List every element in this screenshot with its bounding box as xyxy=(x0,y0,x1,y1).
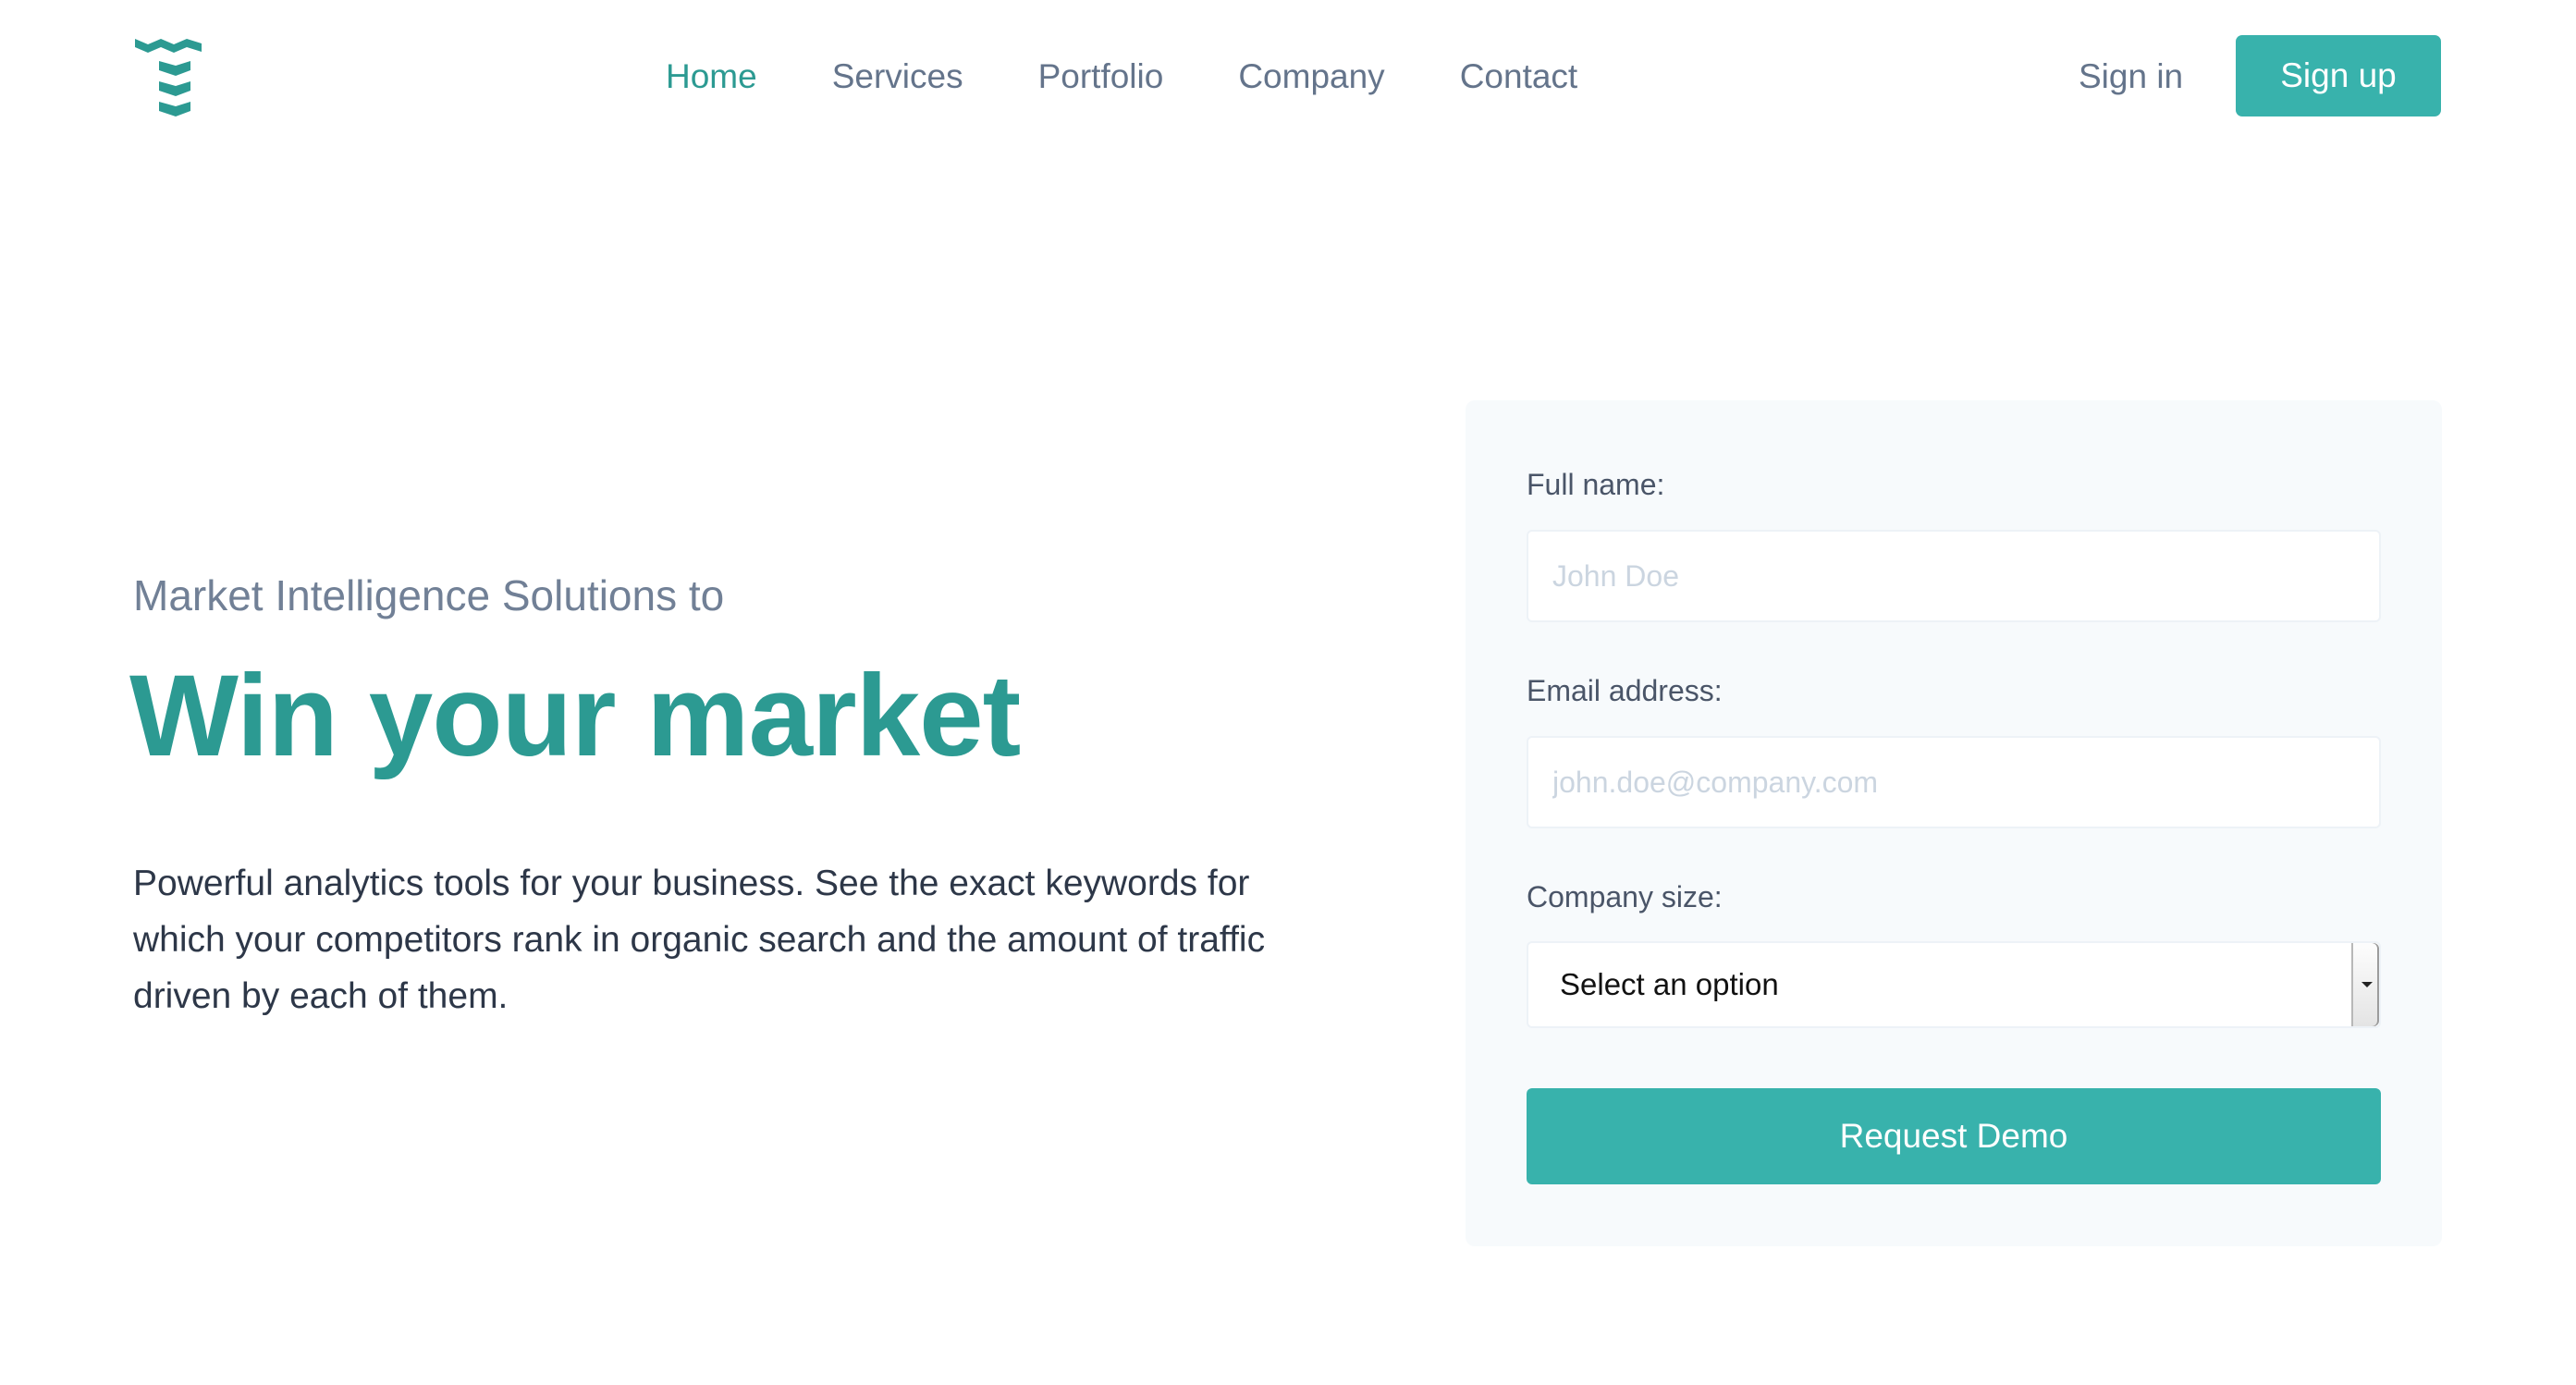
landing-page: Home Services Portfolio Company Contact … xyxy=(0,0,2576,1385)
hero-subtitle: Market Intelligence Solutions to xyxy=(133,571,725,619)
full-name-input[interactable] xyxy=(1527,530,2381,622)
site-header: Home Services Portfolio Company Contact … xyxy=(0,0,2576,157)
nav-item-portfolio[interactable]: Portfolio xyxy=(1038,54,1164,100)
company-size-select[interactable]: Select an option xyxy=(1527,941,2381,1028)
request-demo-button[interactable]: Request Demo xyxy=(1527,1088,2381,1184)
nav-item-company[interactable]: Company xyxy=(1238,54,1384,100)
hero-description: Powerful analytics tools for your busine… xyxy=(133,864,1266,1016)
nav-item-home[interactable]: Home xyxy=(666,54,757,100)
main-nav: Home Services Portfolio Company Contact xyxy=(666,54,1652,100)
company-size-label: Company size: xyxy=(1527,880,1723,913)
sign-in-link[interactable]: Sign in xyxy=(2079,54,2183,100)
sign-up-button[interactable]: Sign up xyxy=(2236,35,2441,116)
logo-icon[interactable] xyxy=(133,35,205,118)
full-name-label: Full name: xyxy=(1527,468,1665,501)
email-input[interactable] xyxy=(1527,736,2381,828)
nav-item-contact[interactable]: Contact xyxy=(1460,54,1578,100)
hero-title: Win your market xyxy=(129,652,1021,780)
email-label: Email address: xyxy=(1527,674,1723,707)
request-demo-form: Full name: Email address: Company size: … xyxy=(1466,400,2442,1246)
chevron-down-icon[interactable] xyxy=(2351,943,2379,1026)
company-size-selected-value: Select an option xyxy=(1560,967,1779,1001)
nav-item-services[interactable]: Services xyxy=(832,54,963,100)
